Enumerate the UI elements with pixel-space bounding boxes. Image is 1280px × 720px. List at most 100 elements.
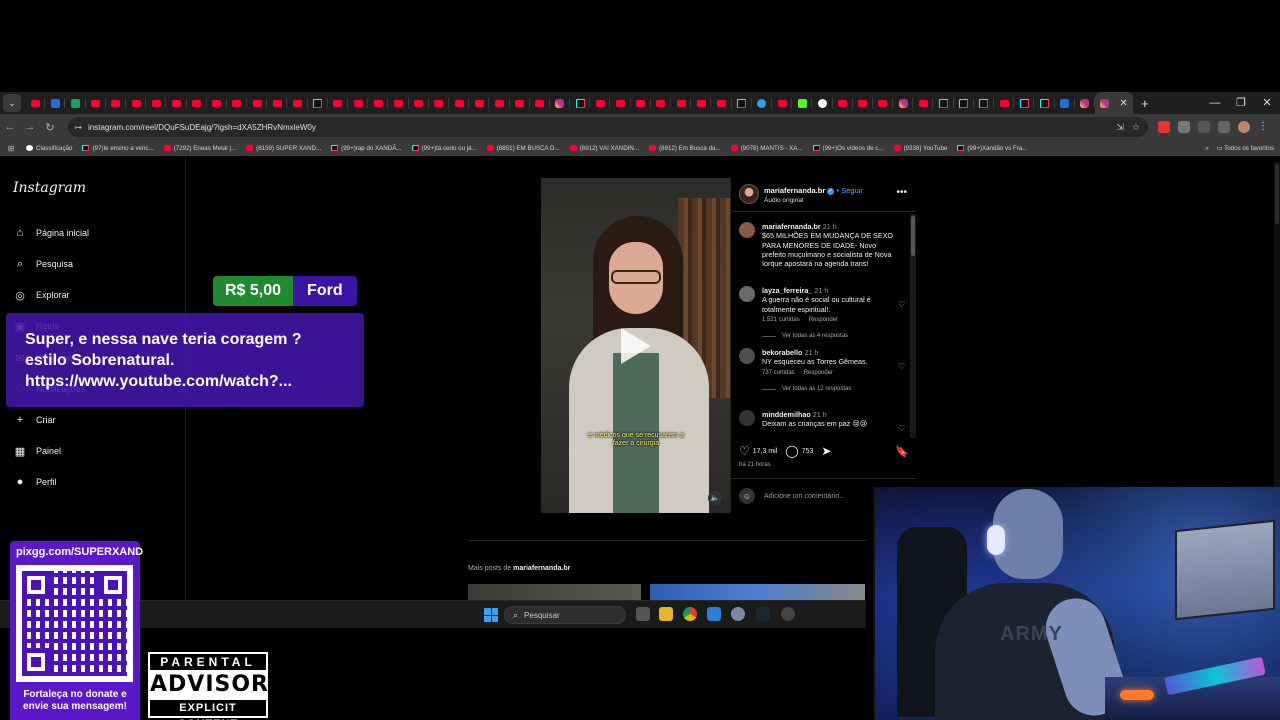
browser-tab[interactable] [126, 92, 147, 114]
maximize-icon[interactable]: ❐ [1228, 92, 1254, 114]
bookmark-item[interactable]: (8159) SUPER XAND... [246, 145, 321, 152]
commenter-avatar[interactable] [739, 222, 755, 238]
bookmark-item[interactable]: (99+)Xandão vs Fra... [957, 145, 1027, 152]
browser-tab[interactable] [792, 92, 813, 114]
browser-tab[interactable] [893, 92, 914, 114]
minimize-icon[interactable]: — [1202, 92, 1228, 114]
browser-tab[interactable] [913, 92, 934, 114]
bookmark-item[interactable]: (9338) YouTube [893, 145, 947, 152]
browser-tab[interactable] [106, 92, 127, 114]
browser-tab[interactable] [308, 92, 329, 114]
browser-tab[interactable] [429, 92, 450, 114]
extension-icon[interactable] [1178, 121, 1190, 133]
add-comment-row[interactable]: ☺ Adicione um comentário... [739, 488, 845, 504]
browser-tab[interactable] [45, 92, 66, 114]
browser-tab[interactable] [752, 92, 773, 114]
nav-item-profile[interactable]: ● Perfil [13, 473, 57, 491]
commenter-name[interactable]: mariafernanda.br [762, 222, 821, 231]
view-replies-link[interactable]: Ver todas as 4 respostas [762, 333, 900, 341]
bookmark-item[interactable]: Classificação [26, 145, 72, 152]
post-thumbnail[interactable] [468, 584, 641, 600]
task-view-icon[interactable] [636, 607, 650, 621]
browser-tab[interactable] [853, 92, 874, 114]
browser-tab[interactable] [388, 92, 409, 114]
like-icon[interactable]: ♡ [739, 444, 750, 458]
browser-tab[interactable] [287, 92, 308, 114]
extensions-puzzle-icon[interactable] [1198, 121, 1210, 133]
commenter-avatar[interactable] [739, 286, 755, 302]
apps-icon[interactable]: ⊞ [0, 144, 22, 153]
bookmark-item[interactable]: (97)Ie ensino a venc... [82, 145, 154, 152]
browser-tab[interactable] [1014, 92, 1035, 114]
file-explorer-icon[interactable] [659, 607, 673, 621]
nav-item-search[interactable]: ⌕ Pesquisa [13, 255, 73, 273]
save-icon[interactable]: 🔖 [895, 445, 909, 458]
bookmark-star-icon[interactable]: ☆ [1132, 122, 1140, 133]
browser-tab[interactable] [570, 92, 591, 114]
close-window-icon[interactable]: ✕ [1254, 92, 1280, 114]
browser-tab[interactable] [631, 92, 652, 114]
browser-tab[interactable] [590, 92, 611, 114]
site-info-icon[interactable]: ⊶ [74, 123, 82, 132]
menu-icon[interactable]: ⋮ [1258, 121, 1268, 133]
browser-tab[interactable] [227, 92, 248, 114]
browser-tab[interactable] [267, 92, 288, 114]
browser-tab[interactable] [994, 92, 1015, 114]
taskbar-search[interactable]: ⌕ Pesquisar [504, 606, 626, 624]
reply-button[interactable]: Responder [809, 317, 838, 323]
browser-tab[interactable] [1055, 92, 1075, 114]
bookmark-item[interactable]: (8851) EM BUSCA D... [486, 145, 560, 152]
browser-tab[interactable] [671, 92, 692, 114]
app-icon[interactable] [781, 607, 795, 621]
follow-button[interactable]: • Seguir [836, 186, 862, 195]
mute-icon[interactable]: 🔈 [708, 491, 722, 505]
post-thumbnail[interactable] [650, 584, 865, 600]
browser-tab[interactable] [328, 92, 349, 114]
comment-like-icon[interactable]: ♡ [898, 300, 905, 309]
audio-label[interactable]: Áudio original [764, 197, 803, 204]
bookmark-item[interactable]: (99+)tá cedo ou já... [411, 145, 477, 152]
bookmark-item[interactable]: (8912) VAI XANDIN... [569, 145, 639, 152]
settings-icon[interactable] [731, 607, 745, 621]
browser-tab[interactable] [833, 92, 853, 114]
browser-tab[interactable] [954, 92, 975, 114]
browser-tab[interactable] [86, 92, 106, 114]
comment-like-icon[interactable]: ♡ [898, 362, 905, 371]
browser-tab[interactable] [166, 92, 187, 114]
browser-tab[interactable] [207, 92, 228, 114]
close-tab-icon[interactable]: ✕ [1119, 98, 1127, 109]
nav-item-dashboard[interactable]: ▦ Painel [13, 442, 61, 460]
comment-icon[interactable]: ◯ [785, 444, 798, 458]
browser-tab[interactable] [651, 92, 672, 114]
forward-icon[interactable]: → [20, 121, 40, 133]
new-tab-button[interactable]: + [1141, 96, 1149, 111]
view-replies-link[interactable]: Ver todas as 12 respostas [762, 386, 900, 394]
add-comment-input[interactable]: Adicione um comentário... [764, 493, 845, 500]
browser-tab[interactable] [550, 92, 571, 114]
browser-tab[interactable] [247, 92, 268, 114]
browser-tab[interactable] [1075, 92, 1096, 114]
nav-item-home[interactable]: ⌂ Página inicial [13, 224, 89, 242]
browser-tab[interactable] [691, 92, 712, 114]
browser-tab[interactable] [711, 92, 732, 114]
browser-tab[interactable] [449, 92, 470, 114]
browser-tab[interactable] [732, 92, 752, 114]
commenter-name[interactable]: bekorabello [762, 348, 802, 357]
bookmark-item[interactable]: (9078) MANTIS - XA... [730, 145, 803, 152]
author-username[interactable]: mariafernanda.br [764, 186, 825, 195]
all-bookmarks-link[interactable]: ▭ Todos os favoritos [1217, 145, 1274, 152]
browser-tab[interactable] [65, 92, 86, 114]
browser-tab[interactable] [974, 92, 995, 114]
author-avatar[interactable] [739, 184, 759, 204]
browser-tab[interactable] [933, 92, 954, 114]
profile-avatar-icon[interactable] [1238, 121, 1250, 133]
more-bookmarks-icon[interactable]: » [1205, 145, 1208, 152]
commenter-name[interactable]: minddemilhao [762, 410, 811, 419]
nav-item-explore[interactable]: ◎ Explorar [13, 286, 69, 304]
app-icon[interactable] [707, 607, 721, 621]
share-icon[interactable]: ➤ [821, 444, 831, 458]
url-field[interactable]: ⊶ instagram.com/reel/DQuFSuDEajg/?igsh=d… [68, 117, 1148, 137]
browser-tab[interactable] [348, 92, 369, 114]
steam-icon[interactable] [756, 607, 770, 621]
bookmark-item[interactable]: (99+)rap do XANDÃ... [331, 145, 402, 152]
